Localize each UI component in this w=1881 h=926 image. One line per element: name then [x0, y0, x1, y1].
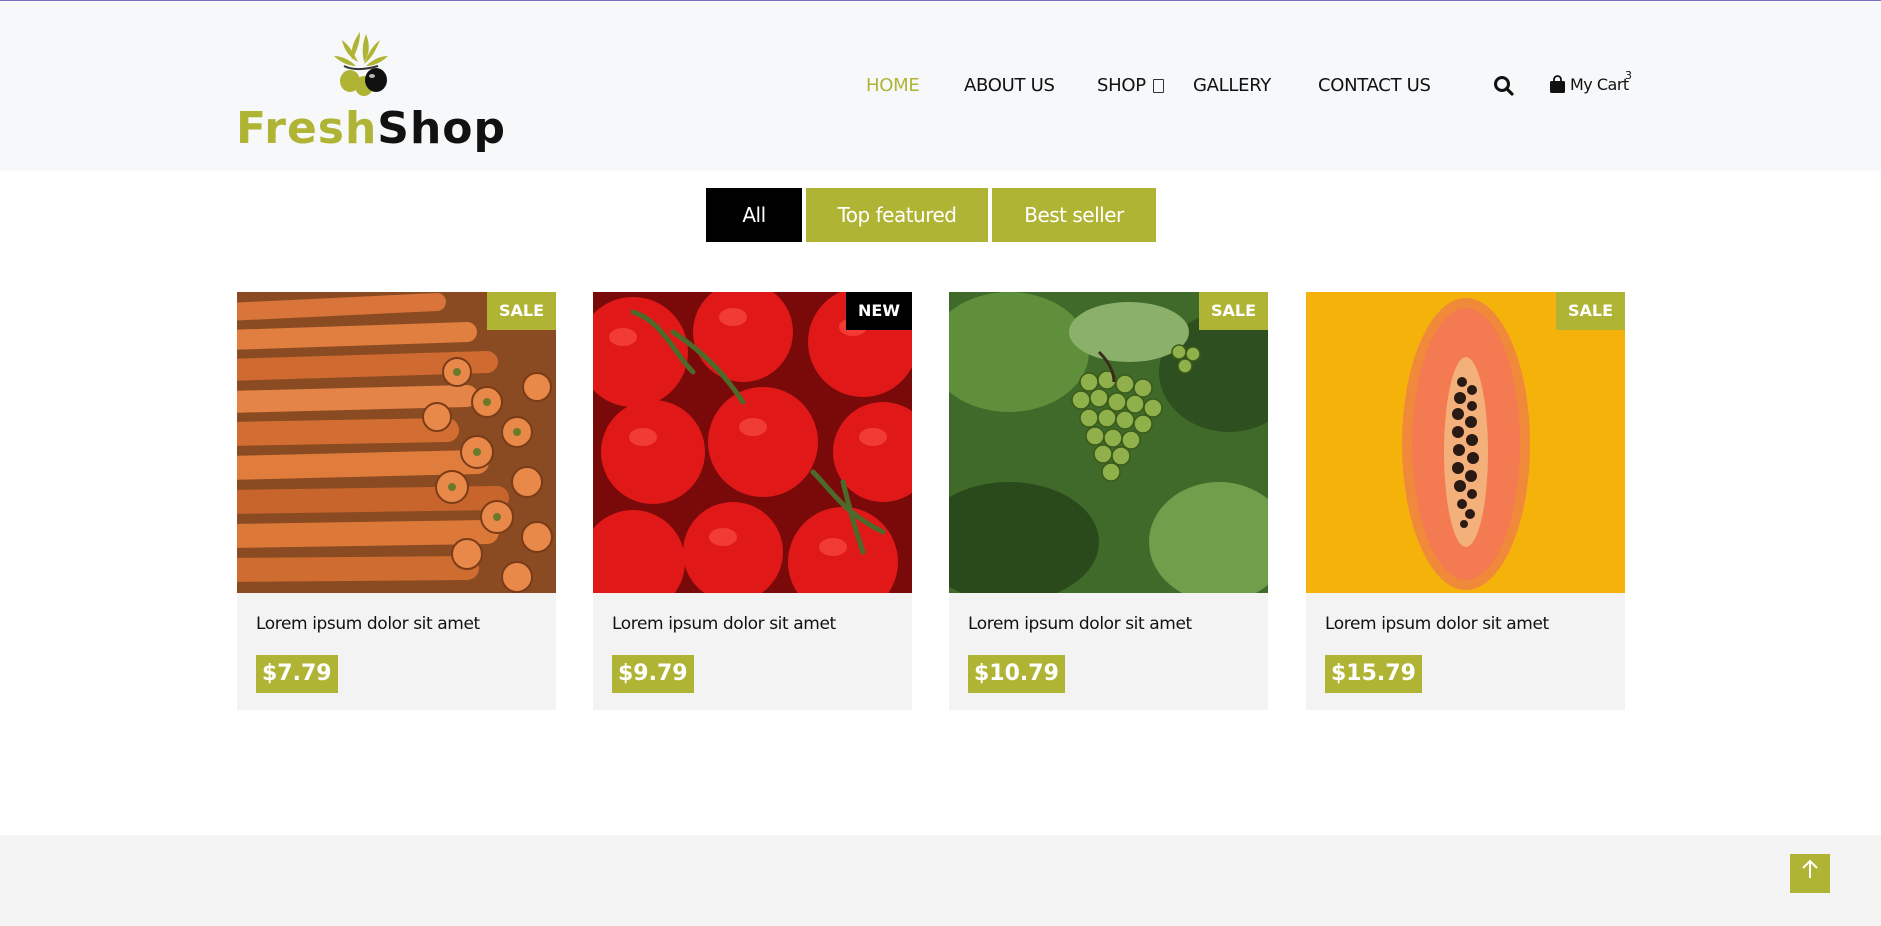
product-title[interactable]: Lorem ipsum dolor sit amet: [256, 614, 480, 634]
product-image-grapes[interactable]: [949, 292, 1268, 593]
cart-label: My Cart: [1570, 75, 1629, 94]
product-card[interactable]: SALE Lorem ipsum dolor sit amet $10.79: [949, 292, 1268, 710]
site-header: FreshShop HOME ABOUT US SHOP GALLERY CON…: [0, 1, 1881, 169]
product-price: $9.79: [612, 655, 694, 693]
product-card[interactable]: SALE Lorem ipsum dolor sit amet $7.79: [237, 292, 556, 710]
sale-badge: SALE: [1198, 292, 1268, 330]
product-price: $15.79: [1325, 655, 1422, 693]
product-title[interactable]: Lorem ipsum dolor sit amet: [1325, 614, 1549, 634]
main-navigation: HOME ABOUT US SHOP GALLERY CONTACT US My…: [0, 1, 1881, 169]
product-card[interactable]: SALE Lorem ipsum dolor sit amet $15.79: [1306, 292, 1625, 710]
new-badge: NEW: [846, 292, 912, 330]
nav-home[interactable]: HOME: [866, 75, 920, 96]
product-image-papaya[interactable]: [1306, 292, 1625, 593]
product-image-carrots[interactable]: [237, 292, 556, 593]
nav-gallery[interactable]: GALLERY: [1193, 75, 1271, 96]
shopping-bag-icon: [1550, 75, 1565, 93]
shop-dropdown-icon[interactable]: [1153, 79, 1164, 93]
product-price: $10.79: [968, 655, 1065, 693]
cart-count-badge: 3: [1625, 69, 1632, 82]
filter-all-button[interactable]: All: [706, 188, 802, 242]
filter-top-featured-button[interactable]: Top featured: [806, 188, 988, 242]
search-icon[interactable]: [1493, 75, 1515, 97]
nav-about-us[interactable]: ABOUT US: [964, 75, 1055, 96]
filter-best-seller-button[interactable]: Best seller: [992, 188, 1156, 242]
nav-contact-us[interactable]: CONTACT US: [1318, 75, 1431, 96]
product-title[interactable]: Lorem ipsum dolor sit amet: [968, 614, 1192, 634]
product-price: $7.79: [256, 655, 338, 693]
product-image-tomatoes[interactable]: [593, 292, 912, 593]
sale-badge: SALE: [1555, 292, 1625, 330]
arrow-up-icon: [1802, 859, 1818, 878]
nav-shop[interactable]: SHOP: [1097, 75, 1146, 96]
site-footer: [0, 835, 1881, 926]
product-card[interactable]: NEW Lorem ipsum dolor sit amet $9.79: [593, 292, 912, 710]
back-to-top-button[interactable]: [1790, 854, 1830, 893]
sale-badge: SALE: [486, 292, 556, 330]
product-title[interactable]: Lorem ipsum dolor sit amet: [612, 614, 836, 634]
